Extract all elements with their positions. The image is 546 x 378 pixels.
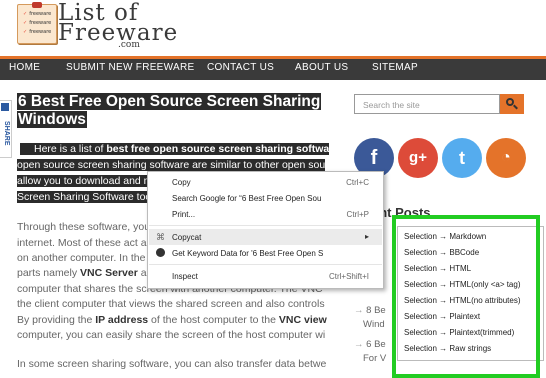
nav-sitemap[interactable]: SITEMAP [372, 62, 418, 73]
menu-item-search-google[interactable]: Search Google for “6 Best Free Open Sou [172, 194, 321, 203]
badge-line: freeware [29, 11, 52, 17]
menu-item-copy[interactable]: Copy [172, 178, 191, 187]
submenu-item-bbcode[interactable]: Selection → BBCode [404, 248, 479, 257]
submenu-item-raw-strings[interactable]: Selection → Raw strings [404, 344, 491, 353]
shortcut-copy: Ctrl+C [346, 178, 369, 187]
title-line-1: 6 Best Free Open Source Screen Sharing [17, 93, 322, 110]
keyword-data-icon [156, 248, 165, 257]
nav-about-us[interactable]: ABOUT US [295, 62, 348, 73]
title-line-2: Windows [17, 111, 87, 128]
menu-item-copycat[interactable]: Copycat [172, 233, 201, 242]
paragraph-line: open source screen sharing software are … [17, 159, 326, 171]
paragraph-line: allow you to download and m [17, 175, 153, 187]
copycat-submenu: Selection → Markdown Selection → BBCode … [397, 226, 544, 361]
nav-contact-us[interactable]: CONTACT US [207, 62, 274, 73]
menu-separator [149, 264, 382, 265]
twitter-icon[interactable]: t [442, 138, 482, 178]
search-button[interactable] [500, 94, 524, 114]
recent-post-link[interactable]: → 6 Be [354, 339, 386, 350]
share-label: SHARE [3, 121, 10, 146]
main-navigation: HOME SUBMIT NEW FREEWARE CONTACT US ABOU… [0, 56, 546, 80]
search-input[interactable]: Search the site [354, 94, 500, 114]
submenu-item-markdown[interactable]: Selection → Markdown [404, 232, 486, 241]
search-placeholder: Search the site [363, 100, 420, 110]
context-menu: Copy Ctrl+C Search Google for “6 Best Fr… [147, 171, 384, 289]
pin-icon [32, 2, 42, 8]
submenu-item-html-only-a[interactable]: Selection → HTML(only <a> tag) [404, 280, 521, 289]
shortcut-inspect: Ctrl+Shift+I [328, 272, 369, 281]
nav-home[interactable]: HOME [9, 62, 40, 73]
menu-item-print[interactable]: Print... [172, 210, 195, 219]
google-plus-icon[interactable]: g+ [398, 138, 438, 178]
recent-post-link[interactable]: For V [363, 353, 386, 364]
article-title: 6 Best Free Open Source Screen Sharing W… [17, 93, 327, 129]
paragraph-line: Here is a list of best free open source … [20, 143, 330, 155]
copycat-icon: ⌘ [156, 232, 165, 242]
paragraph-line: Screen Sharing Software too [17, 191, 152, 203]
paragraph-line: computer, you can easily share the scree… [17, 329, 326, 341]
badge-line: freeware [29, 29, 52, 35]
recent-post-link[interactable]: Wind [363, 319, 385, 330]
share-icon [1, 103, 9, 111]
badge-line: freeware [29, 20, 52, 26]
submenu-arrow-icon: ▸ [364, 232, 369, 241]
submenu-item-plaintext-trimmed[interactable]: Selection → Plaintext(trimmed) [404, 328, 514, 337]
shortcut-print: Ctrl+P [346, 210, 369, 219]
paragraph-line: parts namely VNC Server ar [17, 267, 151, 279]
paragraph-line: In some screen sharing software, you can… [17, 358, 327, 370]
site-logo-badge[interactable]: ✓ freeware ✓ freeware ✓ freeware [17, 2, 57, 44]
paragraph-line: internet. Most of these act a [17, 237, 147, 249]
rss-icon[interactable]: ◔ [486, 138, 526, 178]
menu-separator [149, 225, 382, 226]
submenu-item-html[interactable]: Selection → HTML [404, 264, 471, 273]
recent-post-link[interactable]: → 8 Be [354, 305, 386, 316]
paragraph-line: By providing the IP address of the host … [17, 314, 327, 326]
paragraph-line: Through these software, you [17, 221, 151, 233]
paragraph-line: on another computer. In the [17, 252, 146, 264]
menu-item-inspect[interactable]: Inspect [172, 272, 198, 281]
menu-item-keyword-data[interactable]: Get Keyword Data for '6 Best Free Open S [172, 249, 323, 258]
paragraph-line: the client computer that views the share… [17, 298, 325, 310]
logo-domain: .com [118, 40, 140, 50]
share-tab[interactable]: SHARE [0, 100, 12, 158]
nav-submit-freeware[interactable]: SUBMIT NEW FREEWARE [66, 62, 194, 73]
submenu-item-html-no-attributes[interactable]: Selection → HTML(no attributes) [404, 296, 521, 305]
submenu-item-plaintext[interactable]: Selection → Plaintext [404, 312, 480, 321]
